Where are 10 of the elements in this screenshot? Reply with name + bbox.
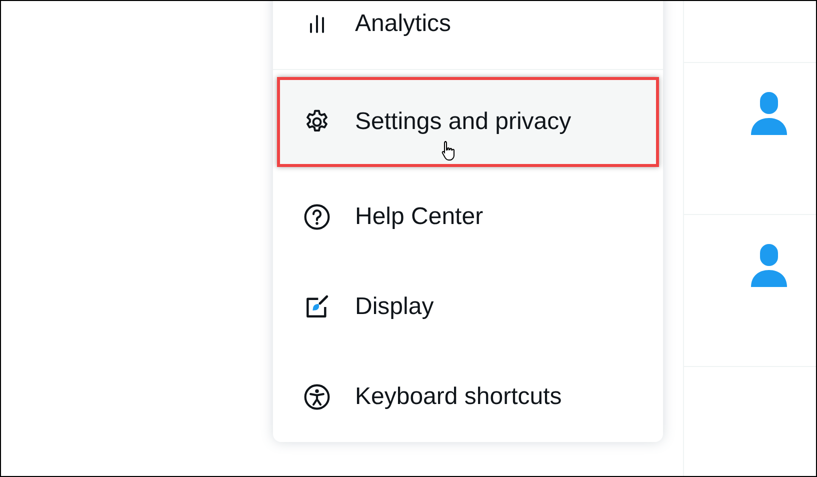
menu-item[interactable]: Help Center — [273, 172, 663, 262]
person-icon — [751, 244, 787, 288]
accessibility-icon — [303, 383, 331, 411]
menu-item[interactable]: Keyboard shortcuts — [273, 352, 663, 442]
menu-item[interactable]: Analytics — [273, 1, 663, 69]
hand-cursor-icon — [441, 140, 457, 162]
help-icon — [303, 203, 331, 231]
menu-item[interactable]: Display — [273, 262, 663, 352]
person-icon — [751, 92, 787, 136]
menu-item[interactable]: Settings and privacy — [277, 80, 659, 164]
